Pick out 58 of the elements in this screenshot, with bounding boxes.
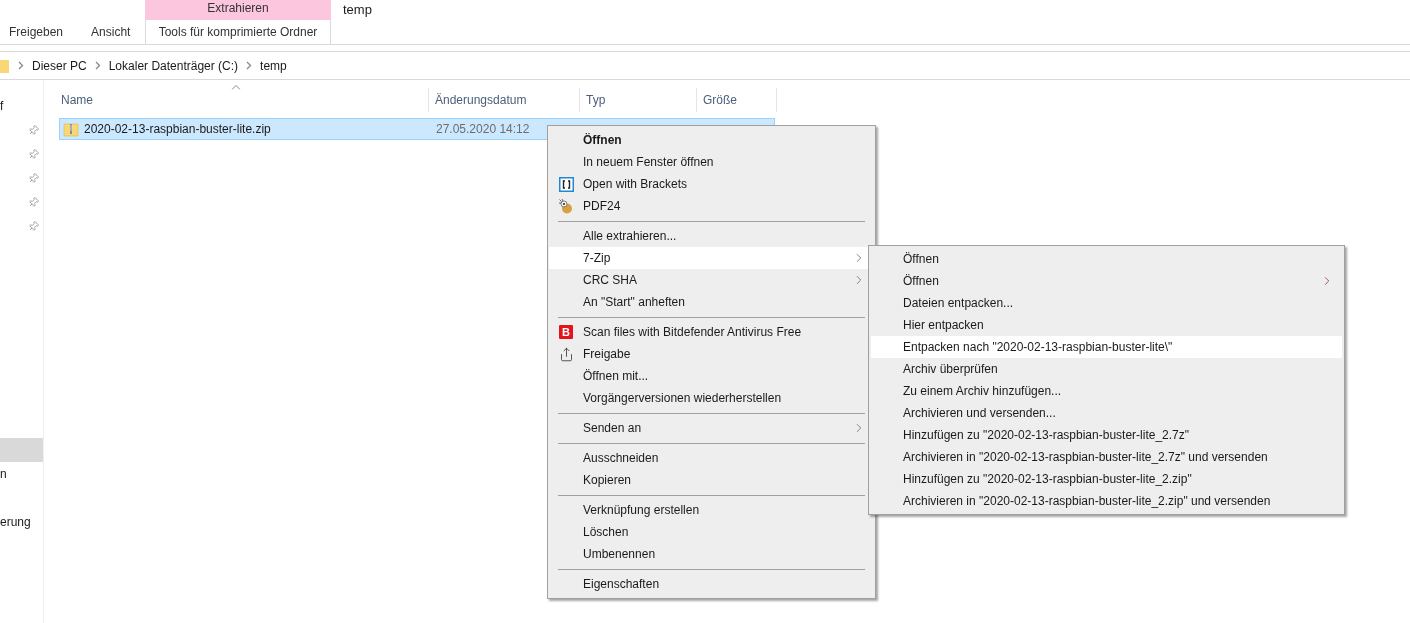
- menu-item[interactable]: In neuem Fenster öffnen: [549, 151, 868, 173]
- menu-item[interactable]: B Scan files with Bitdefender Antivirus Free: [549, 321, 868, 343]
- menu-item[interactable]: Zu einem Archiv hinzufügen...: [871, 380, 1342, 402]
- chevron-right-icon: [246, 61, 253, 70]
- menu-item[interactable]: Archivieren und versenden...: [871, 402, 1342, 424]
- column-header[interactable]: Änderungsdatum: [429, 88, 580, 112]
- nav-item[interactable]: n: [0, 462, 43, 486]
- menu-item[interactable]: Ausschneiden: [549, 447, 868, 469]
- column-header[interactable]: Größe: [697, 88, 777, 112]
- menu-item[interactable]: An "Start" anheften: [549, 291, 868, 313]
- breadcrumb[interactable]: temp: [260, 56, 287, 75]
- menu-item[interactable]: Umbenennen: [549, 543, 868, 565]
- menu-item[interactable]: Freigabe: [549, 343, 868, 365]
- menu-item[interactable]: CRC SHA: [549, 269, 868, 291]
- menu-item[interactable]: Dateien entpacken...: [871, 292, 1342, 314]
- nav-item[interactable]: f: [0, 94, 43, 118]
- ribbon-tab[interactable]: Freigeben: [0, 20, 73, 44]
- menu-item[interactable]: Eigenschaften: [549, 573, 868, 595]
- zip-folder-icon: [63, 121, 79, 137]
- context-tab-group: Extrahieren: [145, 0, 331, 20]
- menu-item[interactable]: Entpacken nach "2020-02-13-raspbian-buster-lite\": [871, 336, 1342, 358]
- brackets-icon: [558, 176, 574, 192]
- bitdefender-icon: B: [559, 325, 573, 339]
- share-icon: [558, 346, 574, 362]
- menu-item[interactable]: Archiv überprüfen: [871, 358, 1342, 380]
- menu-item[interactable]: PDF24: [549, 195, 868, 217]
- ribbon-tab[interactable]: Tools für komprimierte Ordner: [145, 20, 331, 44]
- menu-item[interactable]: Öffnen: [871, 270, 1342, 292]
- column-header[interactable]: Name: [44, 88, 429, 112]
- menu-item[interactable]: Hinzufügen zu "2020-02-13-raspbian-buster-lite_2.7z": [871, 424, 1342, 446]
- breadcrumb[interactable]: Dieser PC: [32, 56, 87, 75]
- nav-item[interactable]: [0, 438, 43, 462]
- file-name: 2020-02-13-raspbian-buster-lite.zip: [84, 121, 272, 138]
- folder-icon: [0, 57, 9, 74]
- menu-item[interactable]: Öffnen mit...: [549, 365, 868, 387]
- address-bar[interactable]: Dieser PC Lokaler Datenträger (C:) temp: [0, 51, 1410, 80]
- menu-item[interactable]: Löschen: [549, 521, 868, 543]
- menu-item[interactable]: Archivieren in "2020-02-13-raspbian-buster-lite_2.zip" und versenden: [871, 490, 1342, 512]
- menu-item[interactable]: Vorgängerversionen wiederherstellen: [549, 387, 868, 409]
- menu-item[interactable]: Alle extrahieren...: [549, 225, 868, 247]
- menu-item[interactable]: Senden an: [549, 417, 868, 439]
- menu-item[interactable]: 7-Zip: [549, 247, 868, 269]
- menu-item[interactable]: Hinzufügen zu "2020-02-13-raspbian-buster-lite_2.zip": [871, 468, 1342, 490]
- chevron-right-icon: [18, 61, 24, 70]
- modified-date: 27.05.2020 14:12: [436, 121, 530, 138]
- ribbon-tab[interactable]: Ansicht: [82, 20, 140, 44]
- column-header[interactable]: Typ: [580, 88, 697, 112]
- nav-item[interactable]: erung: [0, 510, 43, 534]
- chevron-right-icon: [94, 61, 101, 70]
- breadcrumb[interactable]: Lokaler Datenträger (C:): [108, 56, 239, 75]
- menu-item[interactable]: Verknüpfung erstellen: [549, 499, 868, 521]
- menu-item[interactable]: Archivieren in "2020-02-13-raspbian-buster-lite_2.7z" und versenden: [871, 446, 1342, 468]
- window-title: temp: [343, 1, 372, 19]
- menu-item[interactable]: Kopieren: [549, 469, 868, 491]
- mascot-icon: [558, 198, 574, 214]
- menu-item[interactable]: Open with Brackets: [549, 173, 868, 195]
- menu-item[interactable]: Öffnen: [871, 248, 1342, 270]
- menu-item[interactable]: Hier entpacken: [871, 314, 1342, 336]
